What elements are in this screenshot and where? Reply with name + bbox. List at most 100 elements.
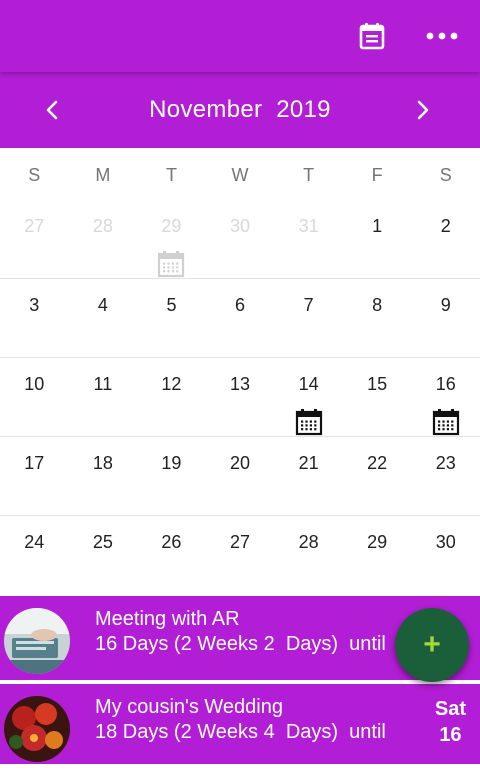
calendar-day[interactable]: 9 (411, 279, 480, 357)
event-calendar-icon (295, 408, 323, 436)
day-number: 17 (24, 453, 45, 473)
day-number: 8 (372, 295, 383, 315)
calendar-day[interactable]: 15 (343, 358, 412, 436)
weekday-label: T (303, 165, 315, 185)
calendar-week-row: 3 4 5 6 7 8 9 (0, 279, 480, 358)
calendar-day[interactable]: 5 (137, 279, 206, 357)
calendar-day[interactable]: 25 (69, 516, 138, 595)
calendar-day[interactable]: 26 (137, 516, 206, 595)
day-number: 31 (298, 216, 319, 236)
event-thumbnail-meeting (4, 608, 70, 674)
calendar-day[interactable]: 6 (206, 279, 275, 357)
calendar-day-other-month[interactable]: 27 (0, 200, 69, 278)
calendar-day-other-month[interactable]: 29 (137, 200, 206, 278)
calendar-day[interactable]: 22 (343, 437, 412, 515)
event-countdown: 16 Days (2 Weeks 2 Days) until (95, 633, 386, 655)
weekday-label: S (439, 165, 452, 185)
day-number: 18 (92, 453, 113, 473)
day-number: 10 (24, 374, 45, 394)
calendar-day[interactable]: 23 (411, 437, 480, 515)
calendar-day[interactable]: 21 (274, 437, 343, 515)
calendar-day[interactable]: 13 (206, 358, 275, 436)
calendar-week-row: 17 18 19 20 21 22 23 (0, 437, 480, 516)
day-number: 28 (92, 216, 113, 236)
calendar-day[interactable]: 30 (411, 516, 480, 595)
day-number: 22 (367, 453, 388, 473)
calendar-week-row: 24 25 26 27 28 29 30 (0, 516, 480, 595)
day-number: 26 (161, 532, 182, 552)
calendar-day[interactable]: 29 (343, 516, 412, 595)
day-number: 4 (97, 295, 108, 315)
month-navigation-bar: November 2019 (0, 72, 480, 148)
event-date: Sat 16 (435, 696, 466, 748)
day-number: 27 (24, 216, 45, 236)
day-number: 27 (230, 532, 251, 552)
calendar-day[interactable]: 8 (343, 279, 412, 357)
calendar-today-icon[interactable] (354, 18, 390, 54)
event-countdown: 18 Days (2 Weeks 4 Days) until (95, 721, 386, 743)
day-number: 29 (367, 532, 388, 552)
day-number: 6 (235, 295, 246, 315)
calendar-day[interactable]: 28 (274, 516, 343, 595)
calendar-day[interactable]: 19 (137, 437, 206, 515)
calendar-day[interactable]: 16 (411, 358, 480, 436)
day-number: 5 (166, 295, 177, 315)
more-horizontal-icon[interactable] (424, 18, 460, 54)
weekday-label: T (165, 165, 177, 185)
event-thumbnail-wedding (4, 696, 70, 762)
day-number: 21 (298, 453, 319, 473)
calendar-day[interactable]: 17 (0, 437, 69, 515)
calendar-day[interactable]: 14 (274, 358, 343, 436)
day-number: 2 (440, 216, 451, 236)
chevron-right-icon[interactable] (405, 92, 441, 128)
event-calendar-icon (432, 408, 460, 436)
calendar-week-row: 10 11 12 13 14 15 16 (0, 358, 480, 437)
day-number: 11 (93, 374, 113, 394)
event-item[interactable]: My cousin's Wedding 18 Days (2 Weeks 4 D… (0, 684, 480, 768)
weekday-label: M (95, 165, 111, 185)
weekday-label: S (28, 165, 41, 185)
calendar-day[interactable]: 27 (206, 516, 275, 595)
day-number: 15 (367, 374, 388, 394)
calendar-grid: 27 28 29 30 31 1 2 3 4 5 6 7 8 9 10 11 12 13 14 15 16 17 18 19 2… (0, 200, 480, 595)
calendar-day[interactable]: 18 (69, 437, 138, 515)
day-number: 23 (435, 453, 456, 473)
event-title: My cousin's Wedding (95, 696, 283, 718)
day-number: 28 (298, 532, 319, 552)
calendar-day[interactable]: 11 (69, 358, 138, 436)
day-number: 9 (440, 295, 451, 315)
day-number: 13 (230, 374, 251, 394)
day-number: 14 (298, 374, 319, 394)
calendar-day[interactable]: 10 (0, 358, 69, 436)
calendar-day[interactable]: 1 (343, 200, 412, 278)
day-number: 25 (92, 532, 113, 552)
day-number: 29 (161, 216, 182, 236)
app-toolbar (0, 0, 480, 72)
day-number: 12 (161, 374, 182, 394)
calendar-day[interactable]: 12 (137, 358, 206, 436)
calendar-day[interactable]: 4 (69, 279, 138, 357)
day-number: 24 (24, 532, 45, 552)
calendar-day[interactable]: 2 (411, 200, 480, 278)
day-number: 1 (372, 216, 383, 236)
calendar-day[interactable]: 20 (206, 437, 275, 515)
day-number: 3 (29, 295, 40, 315)
add-event-button[interactable]: + (395, 608, 469, 682)
calendar-day-other-month[interactable]: 28 (69, 200, 138, 278)
calendar-day[interactable]: 3 (0, 279, 69, 357)
day-number: 20 (230, 453, 251, 473)
event-title: Meeting with AR (95, 608, 240, 630)
day-number: 7 (303, 295, 314, 315)
event-day-number: 16 (439, 724, 462, 746)
calendar-day-other-month[interactable]: 31 (274, 200, 343, 278)
day-number: 16 (435, 374, 456, 394)
calendar-day[interactable]: 24 (0, 516, 69, 595)
calendar-day-other-month[interactable]: 30 (206, 200, 275, 278)
day-number: 19 (161, 453, 182, 473)
day-number: 30 (230, 216, 251, 236)
event-calendar-icon (157, 250, 185, 278)
calendar-day[interactable]: 7 (274, 279, 343, 357)
weekday-header: S M T W T F S (0, 148, 480, 200)
weekday-label: W (231, 165, 249, 185)
weekday-label: F (371, 165, 383, 185)
